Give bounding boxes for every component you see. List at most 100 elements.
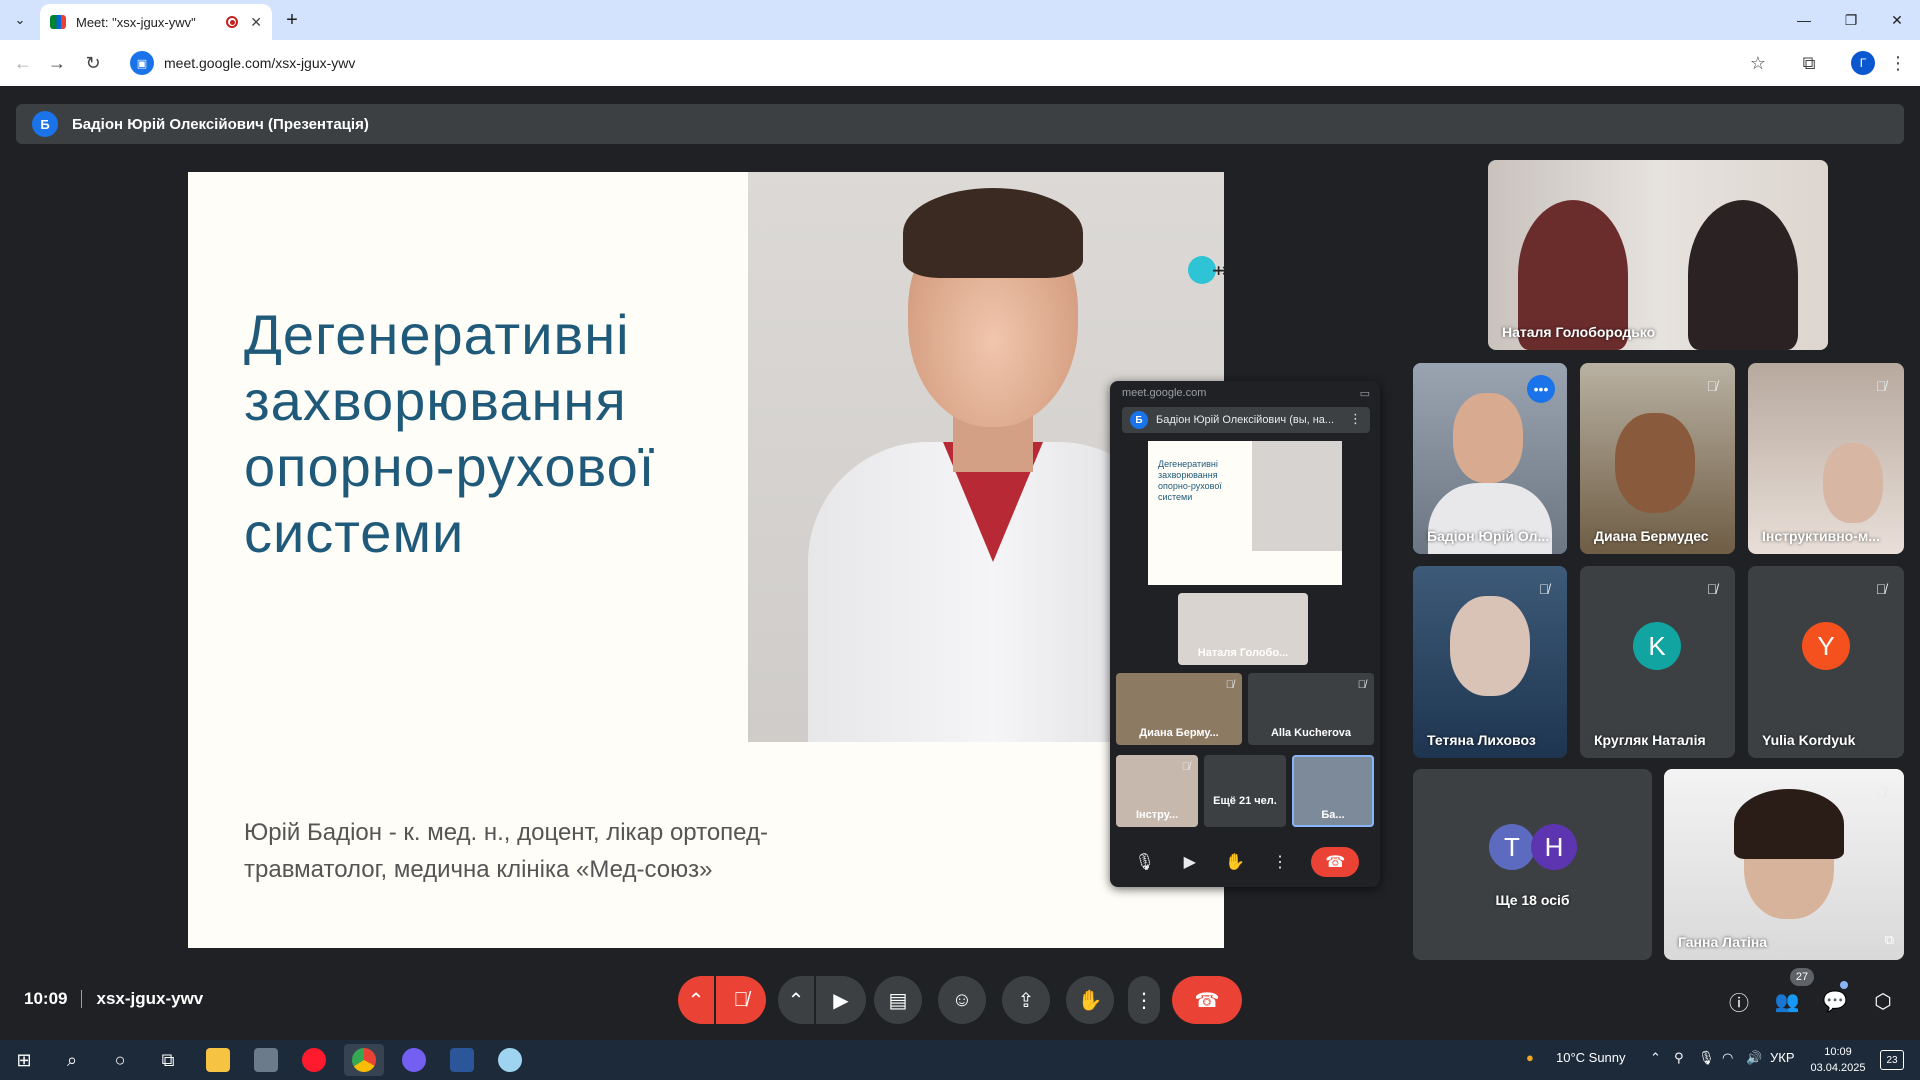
captions-icon: ▤ [888,989,908,1012]
mic-off-icon: 🎙̸ [1706,378,1718,394]
pip-end-call-icon[interactable]: ☎ [1311,847,1360,877]
windows-start-icon[interactable]: ⊞ [4,1044,44,1076]
pip-tile-name: Диана Берму... [1139,727,1219,739]
reactions-button[interactable]: ☺ [938,976,986,1024]
pip-tile[interactable]: Наталя Голобо... [1178,593,1308,665]
pip-camera-icon[interactable]: ▶ [1176,848,1204,876]
wifi-icon[interactable]: ◠ [1722,1050,1733,1066]
participant-tile[interactable]: ••• Бадіон Юрій Ол... [1413,363,1567,554]
pip-more-icon[interactable]: ⋮ [1266,848,1294,876]
participant-tile[interactable]: 🎙̸ Інструктивно-м... [1748,363,1904,554]
more-options-button[interactable]: ⋮ [1128,976,1160,1024]
participant-face [1615,413,1695,513]
restore-icon[interactable]: ❐ [1836,8,1866,32]
audio-options-button[interactable]: ⌃ [678,976,714,1024]
people-count-badge: 27 [1790,968,1814,986]
mic-toggle-button[interactable]: 🎙̸ [716,976,766,1024]
address-bar[interactable]: ▣ meet.google.com/xsx-jgux-ywv [124,46,1784,80]
tray-chevron-icon[interactable]: ⌃ [1650,1050,1661,1066]
pin-frame-icon[interactable]: ⧉ [1885,932,1894,948]
presenter-label: Бадіон Юрій Олексійович (Презентація) [72,115,369,133]
cortana-icon[interactable]: ○ [100,1044,140,1076]
calculator-icon[interactable] [246,1044,286,1076]
participant-tile[interactable]: K 🎙̸ Кругляк Наталія [1580,566,1735,758]
participant-face [1450,596,1530,696]
reload-icon[interactable]: ↻ [80,50,106,76]
pip-tile-others[interactable]: Ещё 21 чел. [1204,755,1286,827]
resize-cursor-icon: ⇸ [1212,260,1229,282]
file-explorer-icon[interactable] [198,1044,238,1076]
screen: ⌄ Meet: "xsx-jgux-ywv" ✕ + — ❐ ✕ ← → ↻ ▣… [0,0,1920,1080]
chevron-up-icon: ⌃ [787,989,805,1012]
participant-name: Наталя Голобородько [1502,324,1656,340]
word-icon[interactable] [442,1044,482,1076]
end-call-button[interactable]: ☎ [1172,976,1242,1024]
pip-tile-self[interactable]: Ба... [1292,755,1374,827]
opera-icon[interactable] [294,1044,334,1076]
pip-tile[interactable]: 🎙̸ Інстру... [1116,755,1198,827]
presentation-slide[interactable]: Дегенеративні захворювання опорно-рухово… [188,172,1224,948]
bookmark-star-icon[interactable]: ☆ [1746,51,1770,75]
participant-tile[interactable]: 🎙̸ Тетяна Лиховоз [1413,566,1567,758]
system-clock[interactable]: 10:09 03.04.2025 [1810,1044,1866,1076]
camera-toggle-button[interactable]: ▶ [816,976,866,1024]
people-icon[interactable]: 👥 [1770,984,1804,1018]
chat-icon[interactable]: 💬 [1818,984,1852,1018]
tab-list-chevron-icon[interactable]: ⌄ [8,8,32,32]
captions-button[interactable]: ▤ [874,976,922,1024]
divider [81,990,83,1008]
participant-name: Інструктивно-м... [1762,528,1880,544]
video-options-button[interactable]: ⌃ [778,976,814,1024]
pip-raise-hand-icon[interactable]: ✋ [1221,848,1249,876]
site-info-icon[interactable]: ▣ [130,51,154,75]
window-close-icon[interactable]: ✕ [1882,8,1912,32]
extensions-puzzle-icon[interactable]: ⧉ [1797,51,1821,75]
pip-url: meet.google.com [1122,387,1207,399]
new-tab-button[interactable]: + [280,8,304,32]
microphone-tray-icon[interactable]: 🎙 [1698,1050,1715,1066]
participant-tile-others[interactable]: T H Ще 18 осіб [1413,769,1652,960]
participant-tile[interactable]: 🎙̸ Ганна Латіна ⧉ [1664,769,1904,960]
forward-icon[interactable]: → [44,50,70,76]
task-view-icon[interactable]: ⧉ [148,1044,188,1076]
participant-face [1453,393,1523,483]
participant-tile[interactable]: Наталя Голобородько [1488,160,1828,350]
viber-icon[interactable] [394,1044,434,1076]
notifications-badge[interactable]: 23 [1880,1050,1904,1070]
pip-return-icon[interactable]: ▭ [1360,387,1370,400]
minimize-icon[interactable]: — [1789,8,1819,32]
pip-window[interactable]: meet.google.com ▭ Б Бадіон Юрій Олексійо… [1110,381,1380,887]
clock-time: 10:09 [1824,1046,1852,1058]
pip-tile[interactable]: 🎙̸ Alla Kucherova [1248,673,1374,745]
pip-tile-name: Ба... [1321,809,1345,821]
raise-hand-button[interactable]: ✋ [1066,976,1114,1024]
participant-tile[interactable]: Y 🎙̸ Yulia Kordyuk [1748,566,1904,758]
browser-tab-meet[interactable]: Meet: "xsx-jgux-ywv" ✕ [40,4,272,40]
meeting-time: 10:09 [24,989,68,1008]
volume-icon[interactable]: 🔊 [1746,1050,1762,1066]
present-button[interactable]: ⇪ [1002,976,1050,1024]
paint-icon[interactable] [490,1044,530,1076]
pip-more-icon[interactable]: ⋮ [1349,411,1362,427]
browser-menu-icon[interactable]: ⋮ [1886,51,1910,75]
participant-tile[interactable]: 🎙̸ Диана Бермудес [1580,363,1735,554]
browser-tab-bar: ⌄ Meet: "xsx-jgux-ywv" ✕ + — ❐ ✕ [0,0,1920,40]
meeting-code: xsx-jgux-ywv [96,989,204,1008]
participant-name: Кругляк Наталія [1594,732,1706,748]
more-options-icon[interactable]: ••• [1527,375,1555,403]
meeting-details-icon[interactable]: ⓘ [1722,984,1756,1018]
input-language[interactable]: УКР [1770,1050,1795,1065]
tab-close-icon[interactable]: ✕ [250,14,262,31]
network-icon[interactable]: ⚲ [1674,1050,1684,1066]
pip-mic-icon[interactable]: 🎙 [1131,848,1159,876]
back-icon[interactable]: ← [10,50,36,76]
pip-tile[interactable]: 🎙̸ Диана Берму... [1116,673,1242,745]
profile-avatar[interactable]: Г [1851,51,1875,75]
search-icon[interactable]: ⌕ [52,1044,92,1076]
chrome-icon[interactable] [344,1044,384,1076]
more-vert-icon: ⋮ [1134,989,1154,1012]
activities-icon[interactable]: ⬡ [1866,984,1900,1018]
weather-sun-icon: ● [1526,1050,1534,1065]
weather-text[interactable]: 10°C Sunny [1556,1050,1626,1065]
meeting-info: 10:09 xsx-jgux-ywv [24,989,203,1009]
